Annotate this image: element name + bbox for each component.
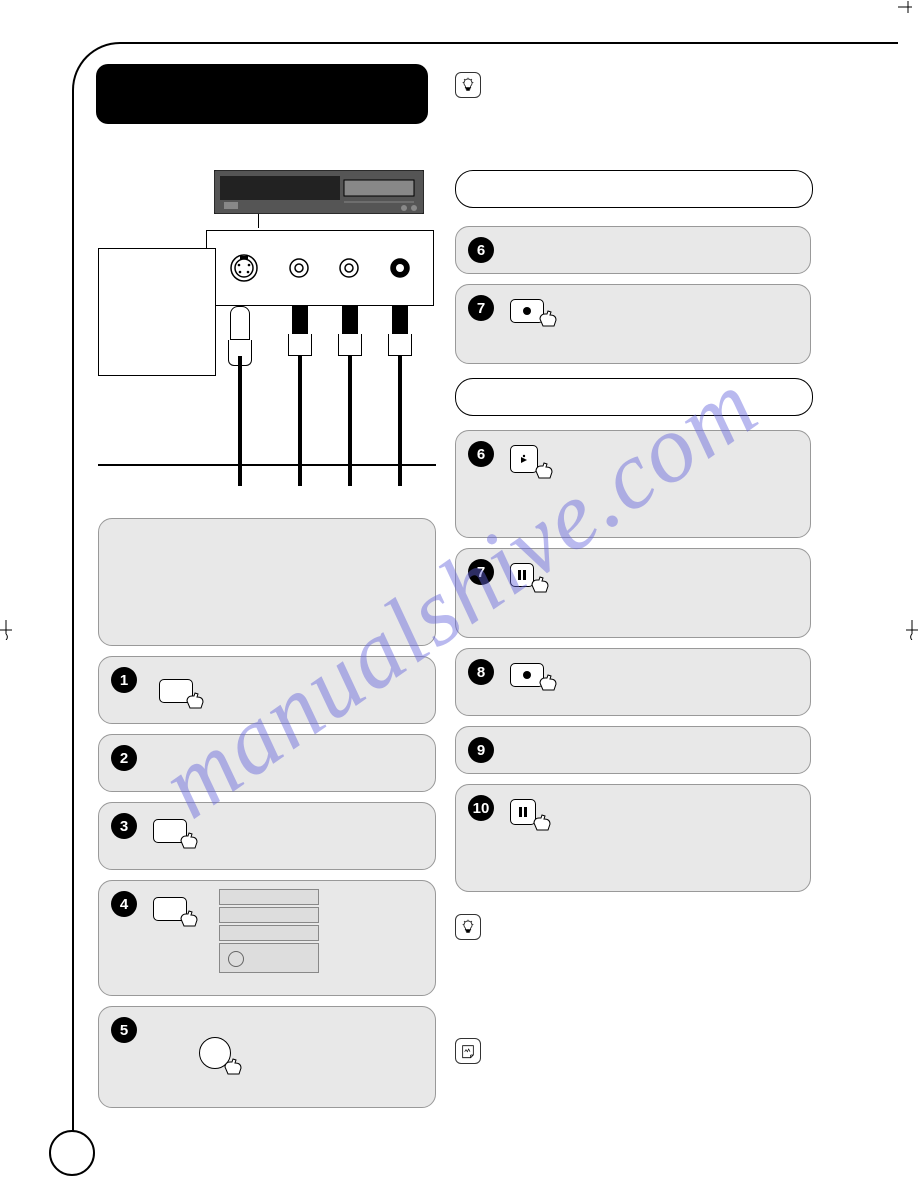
press-hand-icon	[177, 909, 203, 929]
connection-diagram	[98, 170, 438, 500]
lightbulb-icon	[455, 72, 481, 98]
press-hand-icon	[536, 309, 562, 329]
step-8: 8	[455, 648, 811, 716]
press-hand-icon	[532, 461, 558, 481]
step-6a: 6	[455, 226, 811, 274]
crop-mark-right	[906, 620, 918, 640]
section-header	[96, 64, 428, 124]
rca-jack-icon	[338, 257, 360, 279]
step-7b: 7	[455, 548, 811, 638]
step-number: 10	[468, 795, 494, 821]
step-number: 8	[468, 659, 494, 685]
vcr-device-icon	[214, 170, 424, 214]
step-3: 3	[98, 802, 436, 870]
step-2: 2	[98, 734, 436, 792]
rca-plug-icon	[338, 306, 362, 356]
step-number: 6	[468, 237, 494, 263]
step-5: 5	[98, 1006, 436, 1108]
press-hand-icon	[530, 813, 556, 833]
svideo-plug-icon	[228, 306, 252, 366]
step-number: 9	[468, 737, 494, 763]
press-hand-icon	[528, 575, 554, 595]
step-number: 6	[468, 441, 494, 467]
rca-plug-icon	[388, 306, 412, 356]
onscreen-menu-mock	[219, 889, 319, 973]
step-10: 10	[455, 784, 811, 892]
jack-panel	[206, 230, 434, 306]
step-7a: 7	[455, 284, 811, 364]
step-9: 9	[455, 726, 811, 774]
step-1: 1	[98, 656, 436, 724]
crop-mark-top-right	[898, 0, 918, 12]
step-number: 1	[111, 667, 137, 693]
step-number: 7	[468, 295, 494, 321]
svideo-jack-icon	[229, 253, 259, 283]
step-number: 2	[111, 745, 137, 771]
crop-mark-left	[0, 620, 12, 640]
rca-jack-icon	[288, 257, 310, 279]
rca-plug-icon	[288, 306, 312, 356]
press-hand-icon	[183, 691, 209, 711]
diagram-label-box	[98, 248, 216, 376]
section-pill	[455, 170, 813, 208]
lightbulb-icon	[455, 914, 481, 940]
rca-jack-icon	[389, 257, 411, 279]
step-number: 7	[468, 559, 494, 585]
step-number: 3	[111, 813, 137, 839]
step-4: 4	[98, 880, 436, 996]
press-hand-icon	[177, 831, 203, 851]
step-number: 5	[111, 1017, 137, 1043]
press-hand-icon	[221, 1057, 247, 1077]
press-hand-icon	[536, 673, 562, 693]
intro-box	[98, 518, 436, 646]
section-pill	[455, 378, 813, 416]
step-6b: 6	[455, 430, 811, 538]
step-number: 4	[111, 891, 137, 917]
note-icon	[455, 1038, 481, 1064]
